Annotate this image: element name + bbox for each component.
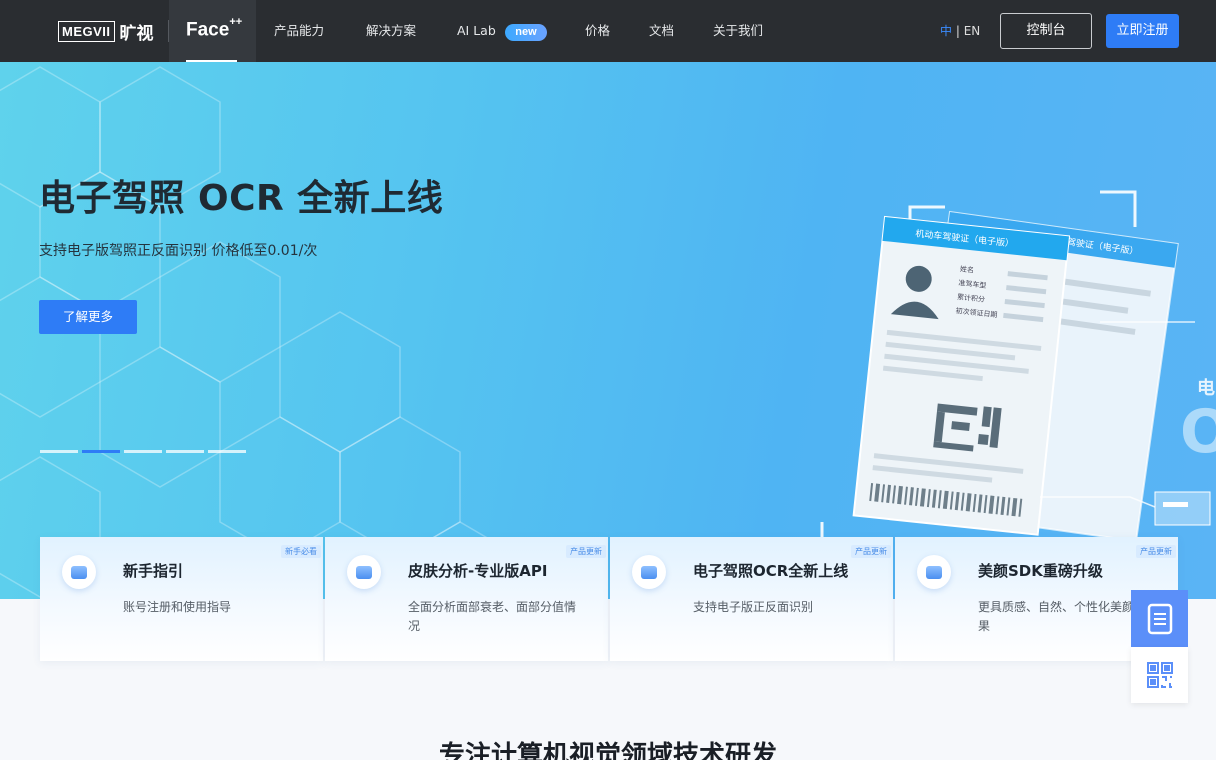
nav-item-pricing[interactable]: 价格 [585,23,610,39]
feature-cards: 新手必看 新手指引 账号注册和使用指导 产品更新 皮肤分析-专业版API 全面分… [40,537,1178,661]
nav-item-products[interactable]: 产品能力 [274,23,324,39]
card-description: 支持电子版正反面识别 [693,600,814,614]
language-switch: 中 | EN [940,23,980,39]
nav-item-about[interactable]: 关于我们 [713,23,763,39]
card-title: 电子驾照OCR全新上线 [693,562,849,580]
document-icon [1147,603,1172,634]
carousel-dot-2[interactable] [82,450,120,453]
card-title: 美颜SDK重磅升级 [978,562,1103,580]
console-button[interactable]: 控制台 [1000,13,1092,49]
nav-item-docs[interactable]: 文档 [649,23,674,39]
register-button[interactable]: 立即注册 [1106,14,1179,48]
product-icon [917,555,951,589]
lang-separator: | [952,24,964,38]
card-driver-license-ocr[interactable]: 产品更新 电子驾照OCR全新上线 支持电子版正反面识别 [610,537,893,661]
carousel-dot-1[interactable] [40,450,78,453]
nav-item-ai-lab[interactable]: AI Lab [457,23,496,39]
hero-banner: 驾驶证（电子版） 机动车驾驶证（电子版） 姓名 准驾车型 累计积分 初次领证日期 [0,62,1216,599]
svg-text:姓名: 姓名 [960,264,975,274]
section-title: 专注计算机视觉领域技术研发 [438,741,777,760]
side-character: 电 [1197,377,1215,399]
face-plus-plus-tab[interactable]: Face++ [169,0,256,62]
logo-chinese-name: 旷视 [119,23,154,44]
learn-more-button[interactable]: 了解更多 [39,300,137,334]
svg-text:O: O [1180,397,1216,467]
card-tag: 产品更新 [1136,545,1176,558]
lang-en-option[interactable]: EN [964,24,981,38]
card-description: 更具质感、自然、个性化美颜效果 [978,600,1147,633]
driver-license-illustration: 驾驶证（电子版） 机动车驾驶证（电子版） 姓名 准驾车型 累计积分 初次领证日期 [820,190,1216,589]
hero-subtitle: 支持电子版驾照正反面识别 价格低至0.01/次 [39,243,318,259]
product-icon [347,555,381,589]
product-icon [632,555,666,589]
top-navbar: MEGVII 旷视 Face++ 产品能力 解决方案 AI Lab new 价格… [0,0,1216,62]
carousel-indicators [40,450,246,453]
card-skin-analysis[interactable]: 产品更新 皮肤分析-专业版API 全面分析面部衰老、面部分值情况 [325,537,608,661]
qr-code-float-button[interactable] [1131,647,1188,703]
nav-item-solutions[interactable]: 解决方案 [366,23,416,39]
card-tag: 产品更新 [851,545,891,558]
new-badge: new [505,24,547,41]
card-tag: 产品更新 [566,545,606,558]
logo-wordmark: MEGVII [58,20,115,42]
carousel-dot-5[interactable] [208,450,246,453]
folder-icon [62,555,96,589]
carousel-dot-4[interactable] [166,450,204,453]
face-brand: Face++ [186,16,243,41]
card-description: 账号注册和使用指导 [123,600,232,614]
card-description: 全面分析面部衰老、面部分值情况 [408,600,577,633]
document-float-button[interactable] [1131,590,1188,647]
card-beginner-guide[interactable]: 新手必看 新手指引 账号注册和使用指导 [40,537,323,661]
card-title: 皮肤分析-专业版API [408,562,548,580]
qr-code-icon [1146,662,1173,688]
lang-cn-option[interactable]: 中 [940,24,952,38]
card-tag: 新手必看 [281,545,321,558]
card-title: 新手指引 [123,562,184,580]
megvii-logo[interactable]: MEGVII 旷视 [58,18,154,44]
hero-title: 电子驾照 OCR 全新上线 [39,178,444,219]
carousel-dot-3[interactable] [124,450,162,453]
